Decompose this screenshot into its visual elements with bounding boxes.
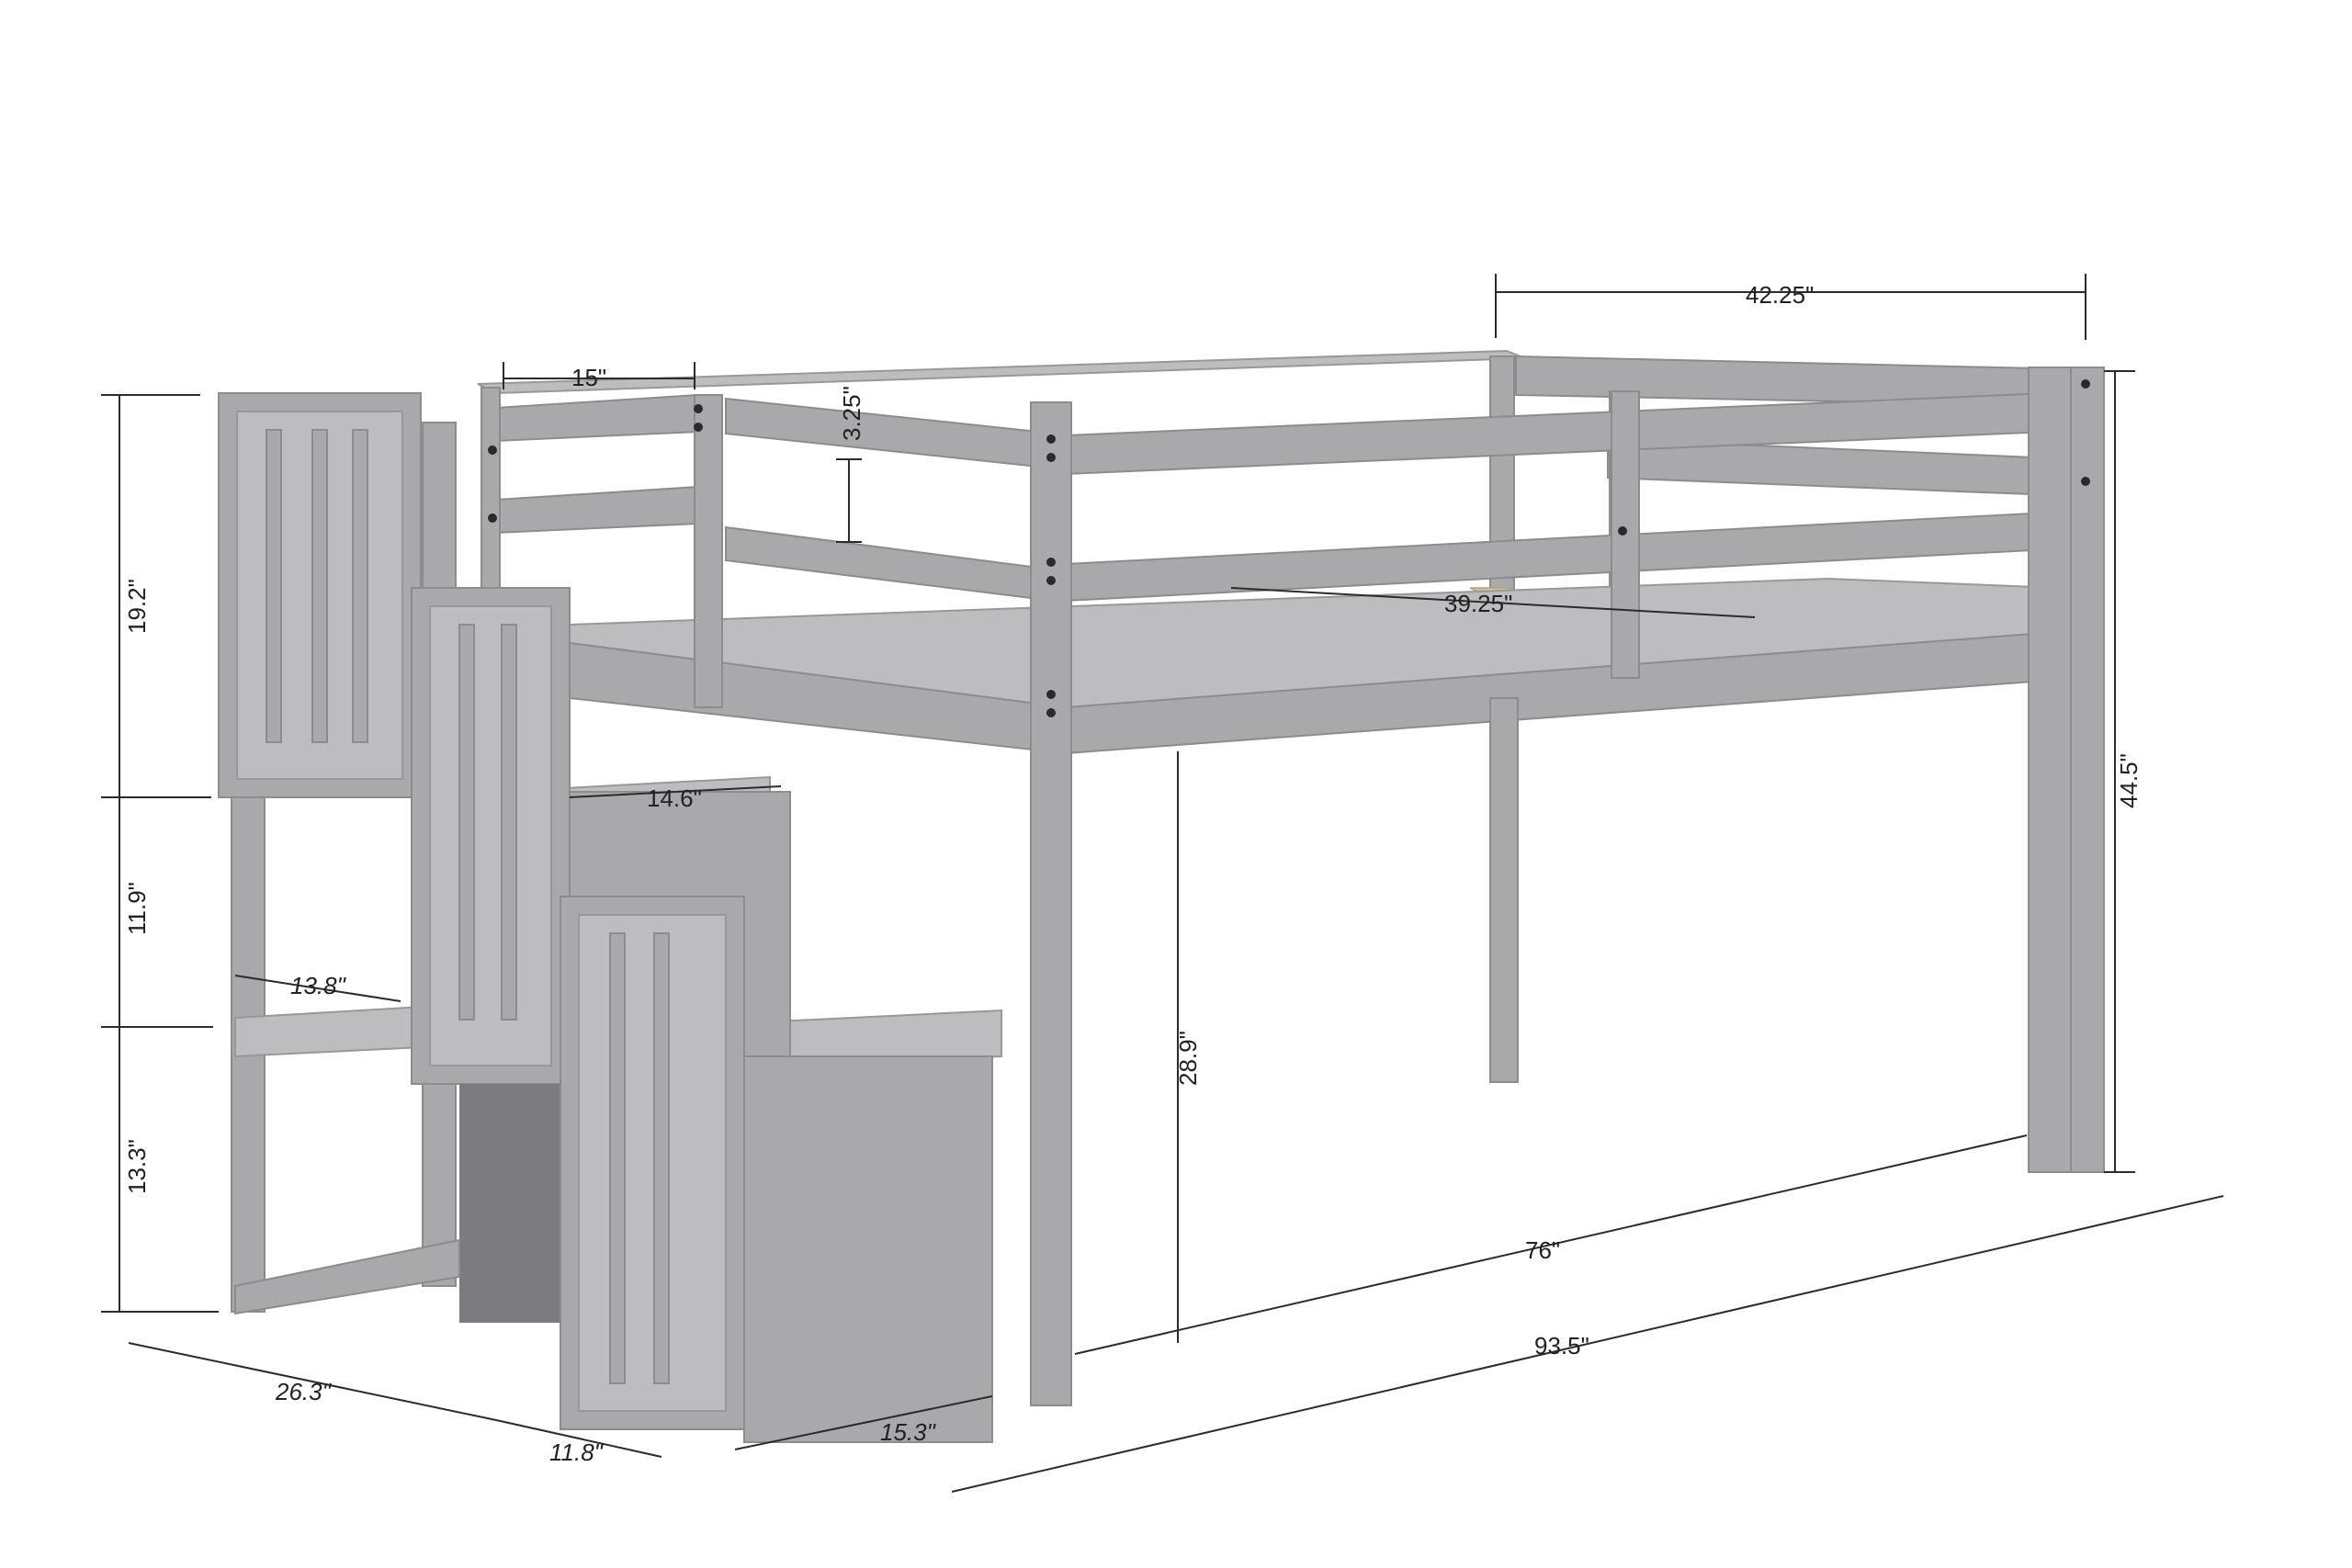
dim-total-height: 44.5" xyxy=(2115,753,2143,808)
dim-total-length: 93.5" xyxy=(1534,1332,1589,1359)
dim-mid-step-height: 11.9" xyxy=(123,882,151,935)
dim-rail-spacing: 15" xyxy=(571,364,606,391)
dim-bottom-step-width: 15.3" xyxy=(880,1418,937,1446)
dim-under-bed-clearance: 28.9" xyxy=(1174,1031,1202,1086)
dim-top-width: 42.25" xyxy=(1746,281,1814,309)
dim-lower-step-height: 13.3" xyxy=(123,1139,151,1194)
dim-step-depth: 13.8" xyxy=(290,972,347,999)
dim-stair-depth: 26.3" xyxy=(275,1378,333,1405)
diagram-stage: 42.25" 15" 3.25" 39.25" 14.6" 19.2" 11.9… xyxy=(0,0,2352,1568)
dim-rail-height: 3.25" xyxy=(838,386,865,441)
dim-mattress-width: 39.25" xyxy=(1444,590,1512,617)
dim-stair-step-width: 14.6" xyxy=(647,784,702,812)
dim-step-run: 11.8" xyxy=(549,1438,605,1466)
dim-bed-length: 76" xyxy=(1525,1236,1560,1264)
loft-bed-dimension-diagram: 42.25" 15" 3.25" 39.25" 14.6" 19.2" 11.9… xyxy=(101,274,2224,1493)
dim-upper-rail-height: 19.2" xyxy=(123,579,151,634)
